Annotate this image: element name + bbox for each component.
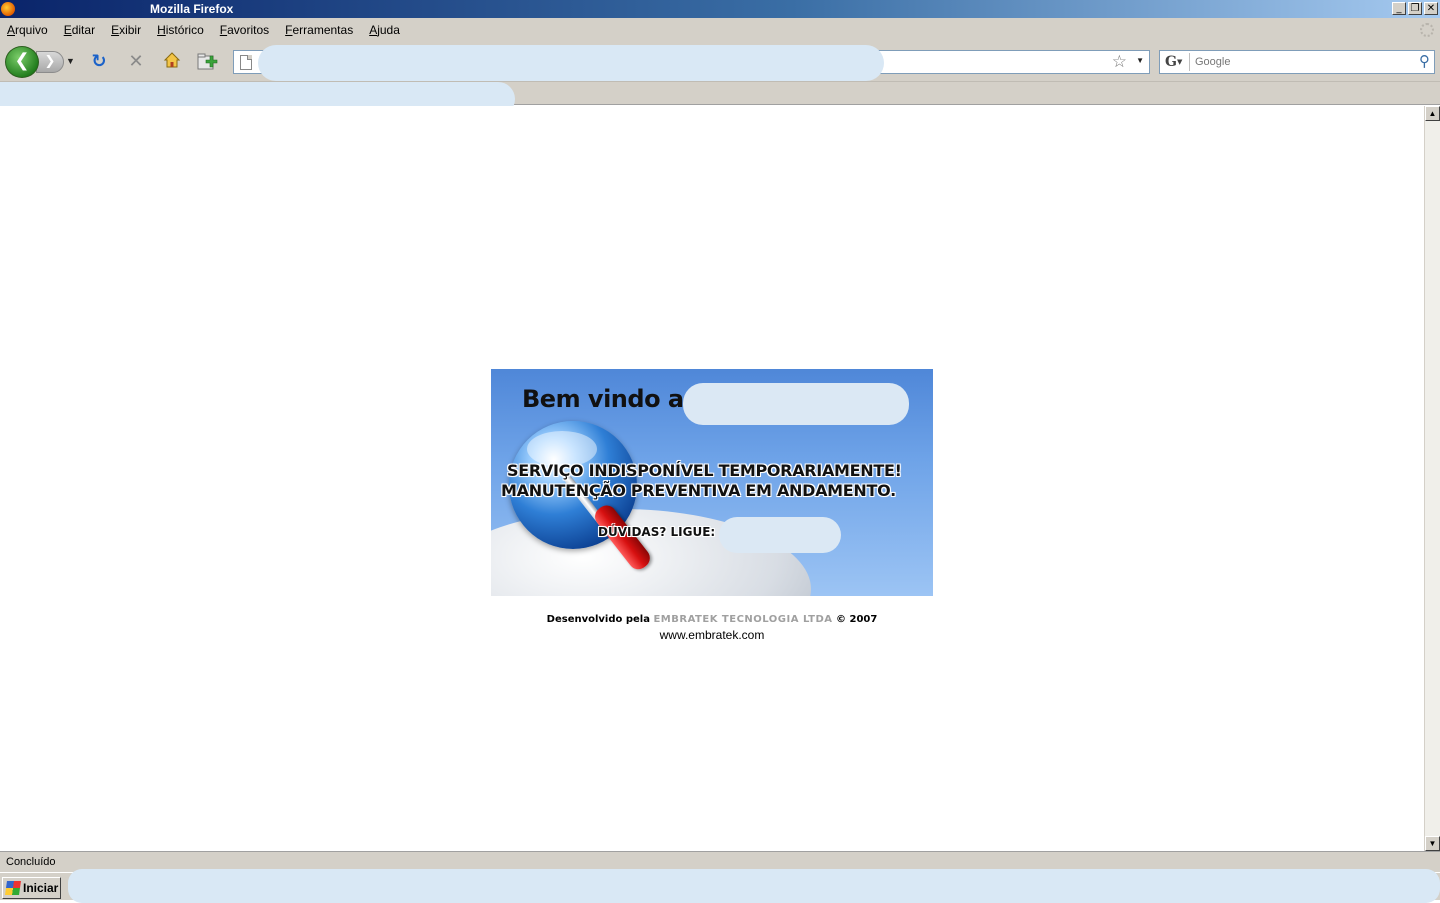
forward-button[interactable]: ❯ <box>36 51 64 73</box>
welcome-heading: Bem vindo a <box>522 385 684 413</box>
navigation-toolbar: ❯ ❮ ▼ ↻ ✕ ☆ ▼ G▼ ⚲ <box>0 42 1440 82</box>
menu-bar: Arquivo Editar Exibir Histórico Favorito… <box>0 18 1440 42</box>
scroll-up-icon[interactable]: ▲ <box>1425 106 1440 121</box>
taskbar: Iniciar <box>0 869 1440 903</box>
back-button[interactable]: ❮ <box>5 46 39 78</box>
window-title: Mozilla Firefox <box>150 2 234 16</box>
reload-icon[interactable]: ↻ <box>88 51 110 73</box>
phone-label: DÚVIDAS? LIGUE: <box>598 525 716 539</box>
title-bar: Mozilla Firefox _ ❐ ✕ <box>0 0 1440 18</box>
close-button[interactable]: ✕ <box>1424 2 1438 15</box>
bookmarks-toolbar <box>0 82 1440 116</box>
page-icon <box>240 55 252 70</box>
search-icon[interactable]: ⚲ <box>1419 52 1430 70</box>
menu-favoritos[interactable]: Favoritos <box>220 23 269 37</box>
home-icon-graphic <box>163 52 181 68</box>
unavailable-message: SERVIÇO INDISPONÍVEL TEMPORARIAMENTE! <box>507 461 902 480</box>
forward-arrow-icon: ❯ <box>44 54 56 69</box>
search-engine-icon[interactable]: G▼ <box>1162 53 1190 71</box>
throbber-icon <box>1420 23 1434 37</box>
bookmark-add-icon-graphic <box>197 53 218 70</box>
start-button[interactable]: Iniciar <box>2 877 61 899</box>
minimize-button[interactable]: _ <box>1392 2 1406 15</box>
engine-letter: G <box>1165 54 1177 70</box>
bookmark-add-icon[interactable] <box>197 51 219 73</box>
scroll-down-icon[interactable]: ▼ <box>1425 836 1440 851</box>
restore-button[interactable]: ❐ <box>1408 2 1422 15</box>
search-bar: G▼ ⚲ <box>1159 50 1435 74</box>
page-content: Bem vindo a SERVIÇO INDISPONÍVEL TEMPORA… <box>0 106 1424 851</box>
menu-ajuda[interactable]: Ajuda <box>369 23 400 37</box>
stop-icon[interactable]: ✕ <box>125 51 147 73</box>
url-bar[interactable]: ☆ ▼ <box>233 45 1150 81</box>
menu-arquivo[interactable]: Arquivo <box>7 23 48 37</box>
menu-ferramentas[interactable]: Ferramentas <box>285 23 353 37</box>
vertical-scrollbar[interactable]: ▲ ▼ <box>1424 106 1440 851</box>
history-dropdown-icon[interactable]: ▼ <box>66 56 75 66</box>
url-redaction <box>258 45 884 81</box>
website-link[interactable]: www.embratek.com <box>0 628 1424 642</box>
phone-redaction <box>719 517 841 553</box>
windows-logo-icon <box>5 881 21 895</box>
start-label: Iniciar <box>23 881 59 895</box>
company-name-redaction <box>683 383 909 425</box>
search-input[interactable] <box>1195 54 1407 70</box>
maintenance-banner: Bem vindo a SERVIÇO INDISPONÍVEL TEMPORA… <box>491 369 933 596</box>
menu-historico[interactable]: Histórico <box>157 23 204 37</box>
menu-exibir[interactable]: Exibir <box>111 23 141 37</box>
credits-line: Desenvolvido pela EMBRATEK TECNOLOGIA LT… <box>0 614 1424 625</box>
maintenance-message: MANUTENÇÃO PREVENTIVA EM ANDAMENTO. <box>501 481 896 500</box>
window-controls: _ ❐ ✕ <box>1392 2 1438 15</box>
home-icon[interactable] <box>161 51 183 73</box>
status-text: Concluído <box>6 856 56 868</box>
bookmark-star-icon[interactable]: ☆ <box>1112 52 1127 72</box>
menu-editar[interactable]: Editar <box>64 23 95 37</box>
back-arrow-icon: ❮ <box>14 50 30 71</box>
credits-prefix: Desenvolvido pela <box>546 614 650 625</box>
credits-company[interactable]: EMBRATEK TECNOLOGIA LTDA <box>653 614 832 625</box>
url-dropdown-icon[interactable]: ▼ <box>1136 56 1144 65</box>
taskbar-redaction <box>68 869 1440 903</box>
credits-suffix: © 2007 <box>836 614 878 625</box>
firefox-icon <box>1 2 15 16</box>
